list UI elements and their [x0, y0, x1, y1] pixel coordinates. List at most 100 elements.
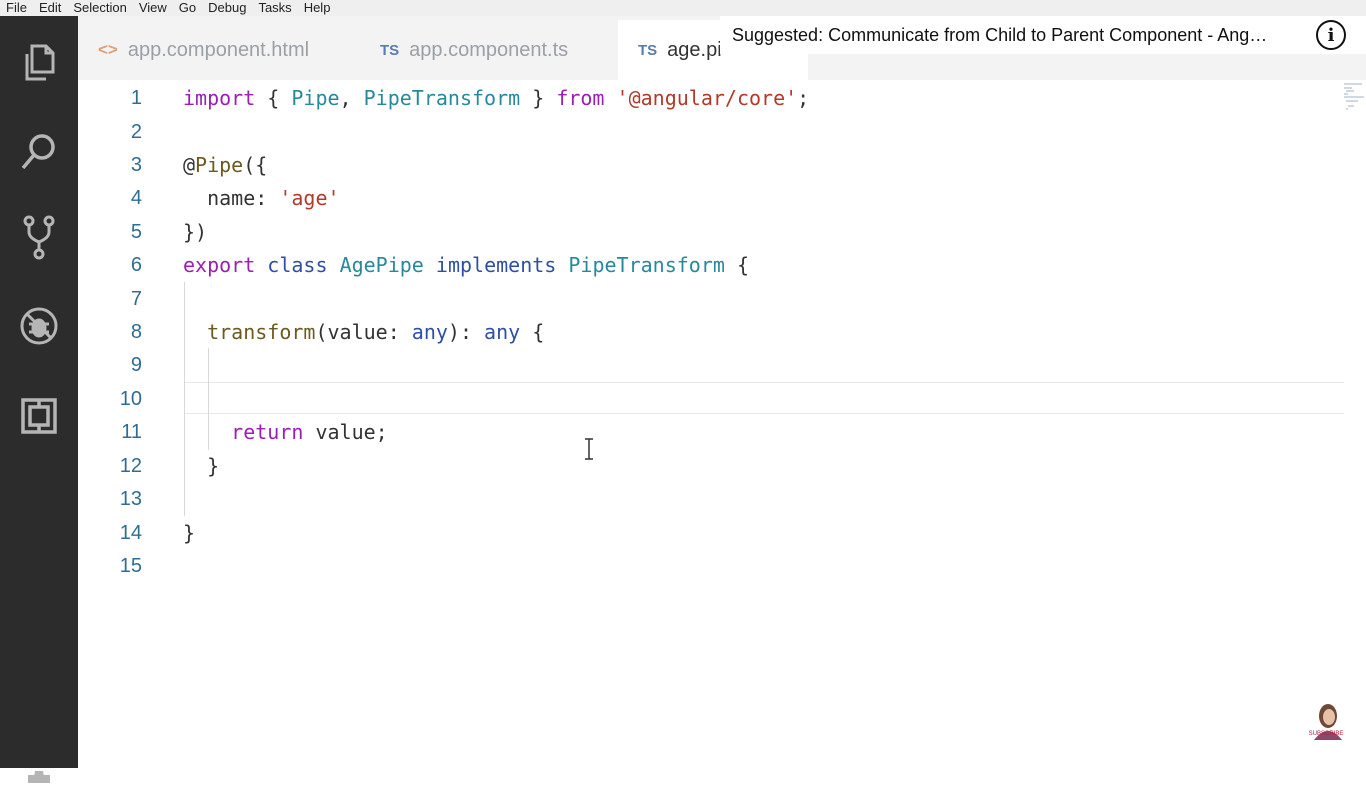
tab-app-component-html[interactable]: <> app.component.html [98, 20, 309, 80]
search-icon[interactable] [19, 130, 59, 174]
token: implements [435, 253, 557, 277]
token: from [556, 86, 605, 110]
code-line: 6 export class AgePipe implements PipeTr… [78, 248, 1344, 282]
token: @ [183, 153, 196, 177]
code-line: 4 name: 'age' [78, 181, 1344, 215]
token: export [183, 253, 256, 277]
tab-label: app.component.html [127, 38, 310, 61]
code-line: 11 return value; [78, 415, 1344, 449]
token: class [267, 253, 328, 277]
token: name: [183, 186, 280, 210]
token: ; [797, 86, 810, 110]
settings-gear-icon[interactable] [19, 754, 59, 798]
code-line: 10 [78, 382, 1344, 416]
token: { [255, 86, 292, 110]
text-cursor-icon [585, 438, 593, 460]
token: AgePipe [339, 253, 424, 277]
token: any [484, 320, 521, 344]
code-line: 1 import { Pipe, PipeTransform } from '@… [78, 81, 1344, 115]
token: ({ [243, 153, 268, 177]
tab-label: age.pi [667, 38, 722, 61]
subscribe-label[interactable]: SUBSCRIBE [1302, 731, 1350, 737]
menu-edit[interactable]: Edit [39, 0, 61, 16]
token: any [411, 320, 448, 344]
line-number: 4 [130, 186, 142, 209]
debug-icon[interactable] [19, 304, 59, 348]
line-number: 5 [130, 220, 142, 243]
suggested-video-title[interactable]: Suggested: Communicate from Child to Par… [732, 25, 1292, 46]
activity-bar [0, 16, 78, 783]
menu-view[interactable]: View [139, 0, 167, 16]
token: 'age' [279, 186, 340, 210]
code-text: }) [183, 220, 207, 244]
code-line: 3 @Pipe({ [78, 148, 1344, 182]
token: ): [447, 320, 485, 344]
token: PipeTransform [363, 86, 521, 110]
menu-help[interactable]: Help [304, 0, 331, 16]
code-text: @Pipe({ [183, 153, 267, 177]
explorer-icon[interactable] [19, 40, 59, 84]
code-text: return value; [183, 420, 388, 444]
code-text: export class AgePipe implements PipeTran… [183, 253, 749, 277]
code-text: } [183, 454, 219, 478]
line-number: 8 [130, 320, 142, 343]
line-number: 1 [130, 86, 142, 109]
code-line: 7 [78, 282, 1344, 316]
tab-label: app.component.ts [409, 38, 569, 61]
info-icon[interactable]: i [1316, 20, 1346, 50]
token: } [520, 86, 557, 110]
line-number: 10 [119, 387, 142, 410]
line-number: 13 [119, 487, 142, 510]
code-line: 15 [78, 549, 1344, 583]
typescript-file-icon: TS [380, 41, 400, 59]
typescript-file-icon: TS [638, 41, 658, 59]
menu-tasks[interactable]: Tasks [258, 0, 291, 16]
code-line: 2 [78, 115, 1344, 149]
token: Pipe [291, 86, 340, 110]
menu-go[interactable]: Go [179, 0, 196, 16]
line-number: 15 [119, 554, 142, 577]
code-line: 5 }) [78, 215, 1344, 249]
token: } [183, 521, 196, 545]
line-number: 11 [121, 420, 142, 443]
tab-app-component-ts[interactable]: TS app.component.ts [380, 20, 568, 80]
code-text: } [183, 521, 195, 545]
menu-debug[interactable]: Debug [208, 0, 246, 16]
menu-bar: File Edit Selection View Go Debug Tasks … [0, 0, 1366, 16]
menu-file[interactable]: File [6, 0, 27, 16]
token: value; [303, 420, 388, 444]
line-number: 3 [130, 153, 142, 176]
html-file-icon: <> [98, 40, 118, 59]
code-text: name: 'age' [183, 186, 340, 210]
code-text: import { Pipe, PipeTransform } from '@an… [183, 86, 809, 110]
line-number: 6 [130, 253, 142, 276]
code-text: transform(value: any): any { [183, 320, 544, 344]
token: }) [183, 220, 208, 244]
line-number: 7 [130, 287, 142, 310]
token: } [183, 454, 220, 478]
code-line: 14 } [78, 516, 1344, 550]
suggested-video-overlay[interactable]: Suggested: Communicate from Child to Par… [720, 16, 1366, 54]
token: PipeTransform [568, 253, 725, 277]
token: Pipe [195, 153, 244, 177]
minimap[interactable] [1342, 82, 1366, 122]
line-number: 9 [130, 353, 142, 376]
extensions-icon[interactable] [19, 394, 59, 438]
line-number: 12 [119, 454, 142, 477]
token: '@angular/core' [616, 86, 798, 110]
line-number: 14 [119, 521, 142, 544]
code-line: 13 [78, 482, 1344, 516]
token: (value: [315, 320, 412, 344]
code-editor[interactable]: 1 import { Pipe, PipeTransform } from '@… [78, 80, 1366, 768]
source-control-icon[interactable] [19, 215, 59, 260]
line-number: 2 [130, 120, 142, 143]
code-line: 12 } [78, 449, 1344, 483]
token: , [339, 86, 364, 110]
menu-selection[interactable]: Selection [73, 0, 126, 16]
